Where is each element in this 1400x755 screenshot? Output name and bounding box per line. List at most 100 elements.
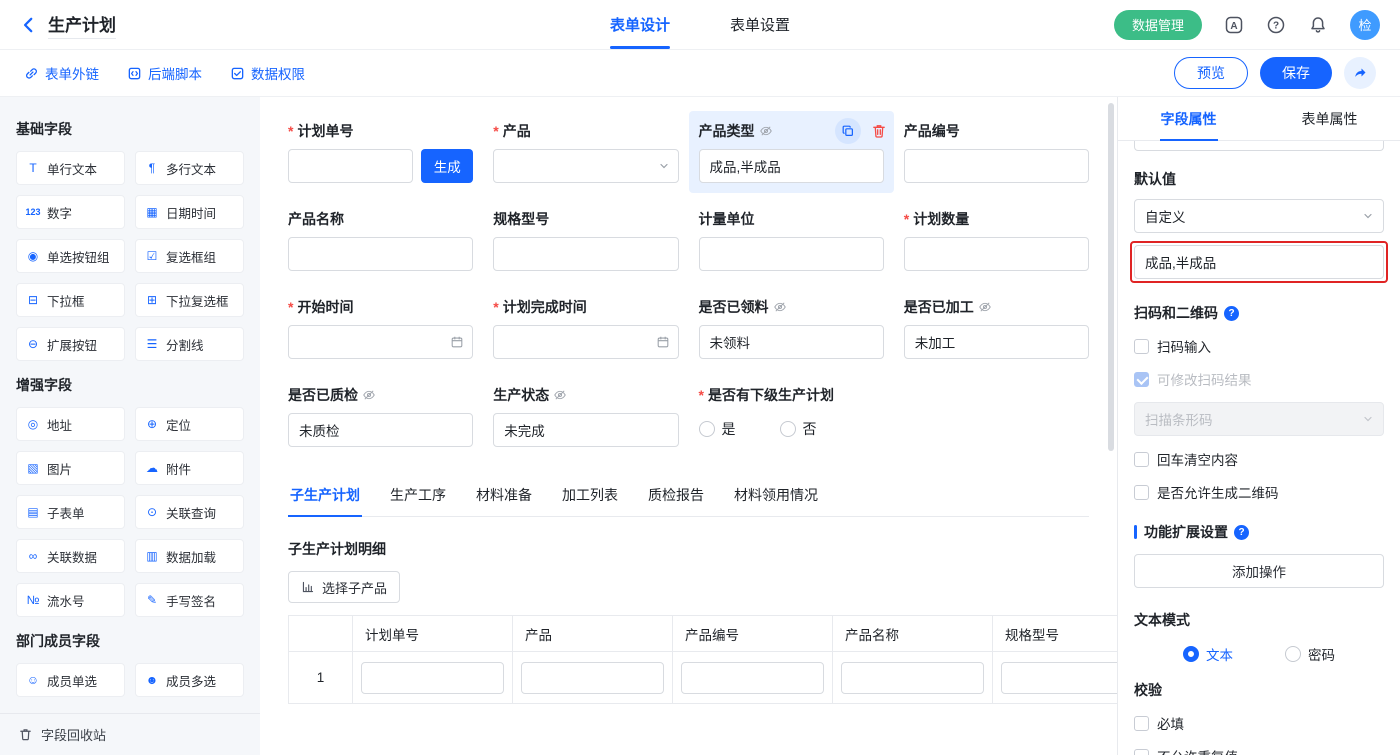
- subtab-production-process[interactable]: 生产工序: [388, 477, 448, 516]
- sidebar-item-attachment[interactable]: ☁附件: [135, 451, 244, 485]
- enter-clear-checkbox-row[interactable]: 回车清空内容: [1134, 449, 1384, 469]
- finish-time-input[interactable]: [493, 325, 678, 359]
- no-duplicate-checkbox-row[interactable]: 不允许重复值: [1134, 746, 1384, 755]
- sidebar-item-lookup-query[interactable]: ⊙关联查询: [135, 495, 244, 529]
- allow-qrcode-checkbox-row[interactable]: 是否允许生成二维码: [1134, 482, 1384, 502]
- sidebar-item-checkbox-group[interactable]: ☑复选框组: [135, 239, 244, 273]
- subtab-quality-report[interactable]: 质检报告: [646, 477, 706, 516]
- inspected-input[interactable]: [288, 413, 473, 447]
- product-select[interactable]: [493, 149, 678, 183]
- field-recycle-bin[interactable]: 字段回收站: [0, 713, 260, 755]
- field-unit[interactable]: 计量单位: [699, 209, 884, 271]
- sidebar-item-serial-number[interactable]: №流水号: [16, 583, 125, 617]
- sidebar-item-datetime[interactable]: ▦日期时间: [135, 195, 244, 229]
- radio-yes[interactable]: 是: [699, 419, 736, 439]
- row-product-code-input[interactable]: [681, 662, 824, 694]
- select-sub-product-button[interactable]: 选择子产品: [288, 571, 400, 603]
- save-button[interactable]: 保存: [1260, 57, 1332, 89]
- sidebar-item-extend-button[interactable]: ⊖扩展按钮: [16, 327, 125, 361]
- sidebar-item-divider[interactable]: ☰分割线: [135, 327, 244, 361]
- field-inspected[interactable]: 是否已质检: [288, 385, 473, 447]
- lookup-query-icon: ⊙: [144, 505, 160, 519]
- default-value-mode-select[interactable]: 自定义: [1134, 199, 1384, 233]
- add-operation-button[interactable]: 添加操作: [1134, 554, 1384, 588]
- spec-model-input[interactable]: [493, 237, 678, 271]
- default-value-input[interactable]: [1134, 245, 1384, 279]
- sidebar-item-dropdown[interactable]: ⊟下拉框: [16, 283, 125, 317]
- share-button[interactable]: [1344, 57, 1376, 89]
- sidebar-item-single-line-text[interactable]: T单行文本: [16, 151, 125, 185]
- product-code-input[interactable]: [904, 149, 1089, 183]
- sidebar-item-image[interactable]: ▧图片: [16, 451, 125, 485]
- canvas-scrollbar[interactable]: [1108, 103, 1114, 451]
- generate-button[interactable]: 生成: [421, 149, 473, 183]
- help-question-icon[interactable]: ?: [1224, 306, 1239, 321]
- back-icon[interactable]: [20, 16, 38, 34]
- subtab-material-usage[interactable]: 材料领用情况: [732, 477, 820, 516]
- material-taken-input[interactable]: [699, 325, 884, 359]
- subtab-processing-list[interactable]: 加工列表: [560, 477, 620, 516]
- field-spec-model[interactable]: 规格型号: [493, 209, 678, 271]
- field-has-sub-plan[interactable]: *是否有下级生产计划 是 否: [699, 385, 1090, 447]
- sidebar-item-multi-line-text[interactable]: ¶多行文本: [135, 151, 244, 185]
- field-material-taken[interactable]: 是否已领料: [699, 297, 884, 359]
- data-permission-link[interactable]: 数据权限: [230, 63, 305, 83]
- field-processed[interactable]: 是否已加工: [904, 297, 1089, 359]
- field-product[interactable]: *产品: [493, 121, 678, 183]
- delete-field-button[interactable]: [871, 123, 887, 139]
- notifications-bell-icon[interactable]: [1308, 15, 1328, 35]
- text-mode-text-radio[interactable]: 文本: [1183, 644, 1233, 664]
- required-checkbox-row[interactable]: 必填: [1134, 713, 1384, 733]
- processed-input[interactable]: [904, 325, 1089, 359]
- row-product-name-input[interactable]: [841, 662, 984, 694]
- sidebar-item-member-single[interactable]: ☺成员单选: [16, 663, 125, 697]
- sidebar-item-location[interactable]: ⊕定位: [135, 407, 244, 441]
- backend-script-link[interactable]: 后端脚本: [127, 63, 202, 83]
- product-type-input[interactable]: [699, 149, 884, 183]
- prod-status-input[interactable]: [493, 413, 678, 447]
- scan-input-checkbox-row[interactable]: 扫码输入: [1134, 336, 1384, 356]
- copy-field-button[interactable]: [835, 118, 861, 144]
- user-avatar[interactable]: 检: [1350, 10, 1380, 40]
- subtab-material-prep[interactable]: 材料准备: [474, 477, 534, 516]
- sidebar-item-data-load[interactable]: ▥数据加载: [135, 539, 244, 573]
- row-product-input[interactable]: [521, 662, 664, 694]
- field-prod-status[interactable]: 生产状态: [493, 385, 678, 447]
- radio-no[interactable]: 否: [780, 419, 817, 439]
- help-question-icon[interactable]: ?: [1234, 525, 1249, 540]
- tab-form-settings[interactable]: 表单设置: [730, 0, 790, 49]
- sidebar-item-member-multi[interactable]: ☻成员多选: [135, 663, 244, 697]
- product-name-input[interactable]: [288, 237, 473, 271]
- sidebar-item-linked-data[interactable]: ∞关联数据: [16, 539, 125, 573]
- text-mode-password-radio[interactable]: 密码: [1285, 644, 1335, 664]
- plan-no-input[interactable]: [288, 149, 413, 183]
- tab-form-properties[interactable]: 表单属性: [1259, 97, 1400, 140]
- sidebar-item-signature[interactable]: ✎手写签名: [135, 583, 244, 617]
- row-plan-no-input[interactable]: [361, 662, 504, 694]
- subtab-sub-production-plan[interactable]: 子生产计划: [288, 477, 362, 516]
- preview-button[interactable]: 预览: [1174, 57, 1248, 89]
- tab-form-design[interactable]: 表单设计: [610, 0, 670, 49]
- field-start-time[interactable]: *开始时间: [288, 297, 473, 359]
- sidebar-item-dropdown-multi[interactable]: ⊞下拉复选框: [135, 283, 244, 317]
- language-icon[interactable]: A: [1224, 15, 1244, 35]
- sidebar-item-subform[interactable]: ▤子表单: [16, 495, 125, 529]
- unit-input[interactable]: [699, 237, 884, 271]
- tab-field-properties[interactable]: 字段属性: [1118, 97, 1259, 140]
- help-icon[interactable]: ?: [1266, 15, 1286, 35]
- form-external-link[interactable]: 表单外链: [24, 63, 99, 83]
- plan-qty-input[interactable]: [904, 237, 1089, 271]
- field-plan-no[interactable]: *计划单号 生成: [288, 121, 473, 183]
- sidebar-item-radio-group[interactable]: ◉单选按钮组: [16, 239, 125, 273]
- data-manage-button[interactable]: 数据管理: [1114, 10, 1202, 40]
- field-product-name[interactable]: 产品名称: [288, 209, 473, 271]
- start-time-input[interactable]: [288, 325, 473, 359]
- sidebar-item-number[interactable]: 123数字: [16, 195, 125, 229]
- editable-result-checkbox-row[interactable]: 可修改扫码结果: [1134, 369, 1384, 389]
- field-product-code[interactable]: 产品编号: [904, 121, 1089, 183]
- row-spec-model-input[interactable]: [1001, 662, 1117, 694]
- field-finish-time[interactable]: *计划完成时间: [493, 297, 678, 359]
- field-product-type-selected[interactable]: 产品类型: [689, 111, 894, 193]
- field-plan-qty[interactable]: *计划数量: [904, 209, 1089, 271]
- sidebar-item-address[interactable]: ◎地址: [16, 407, 125, 441]
